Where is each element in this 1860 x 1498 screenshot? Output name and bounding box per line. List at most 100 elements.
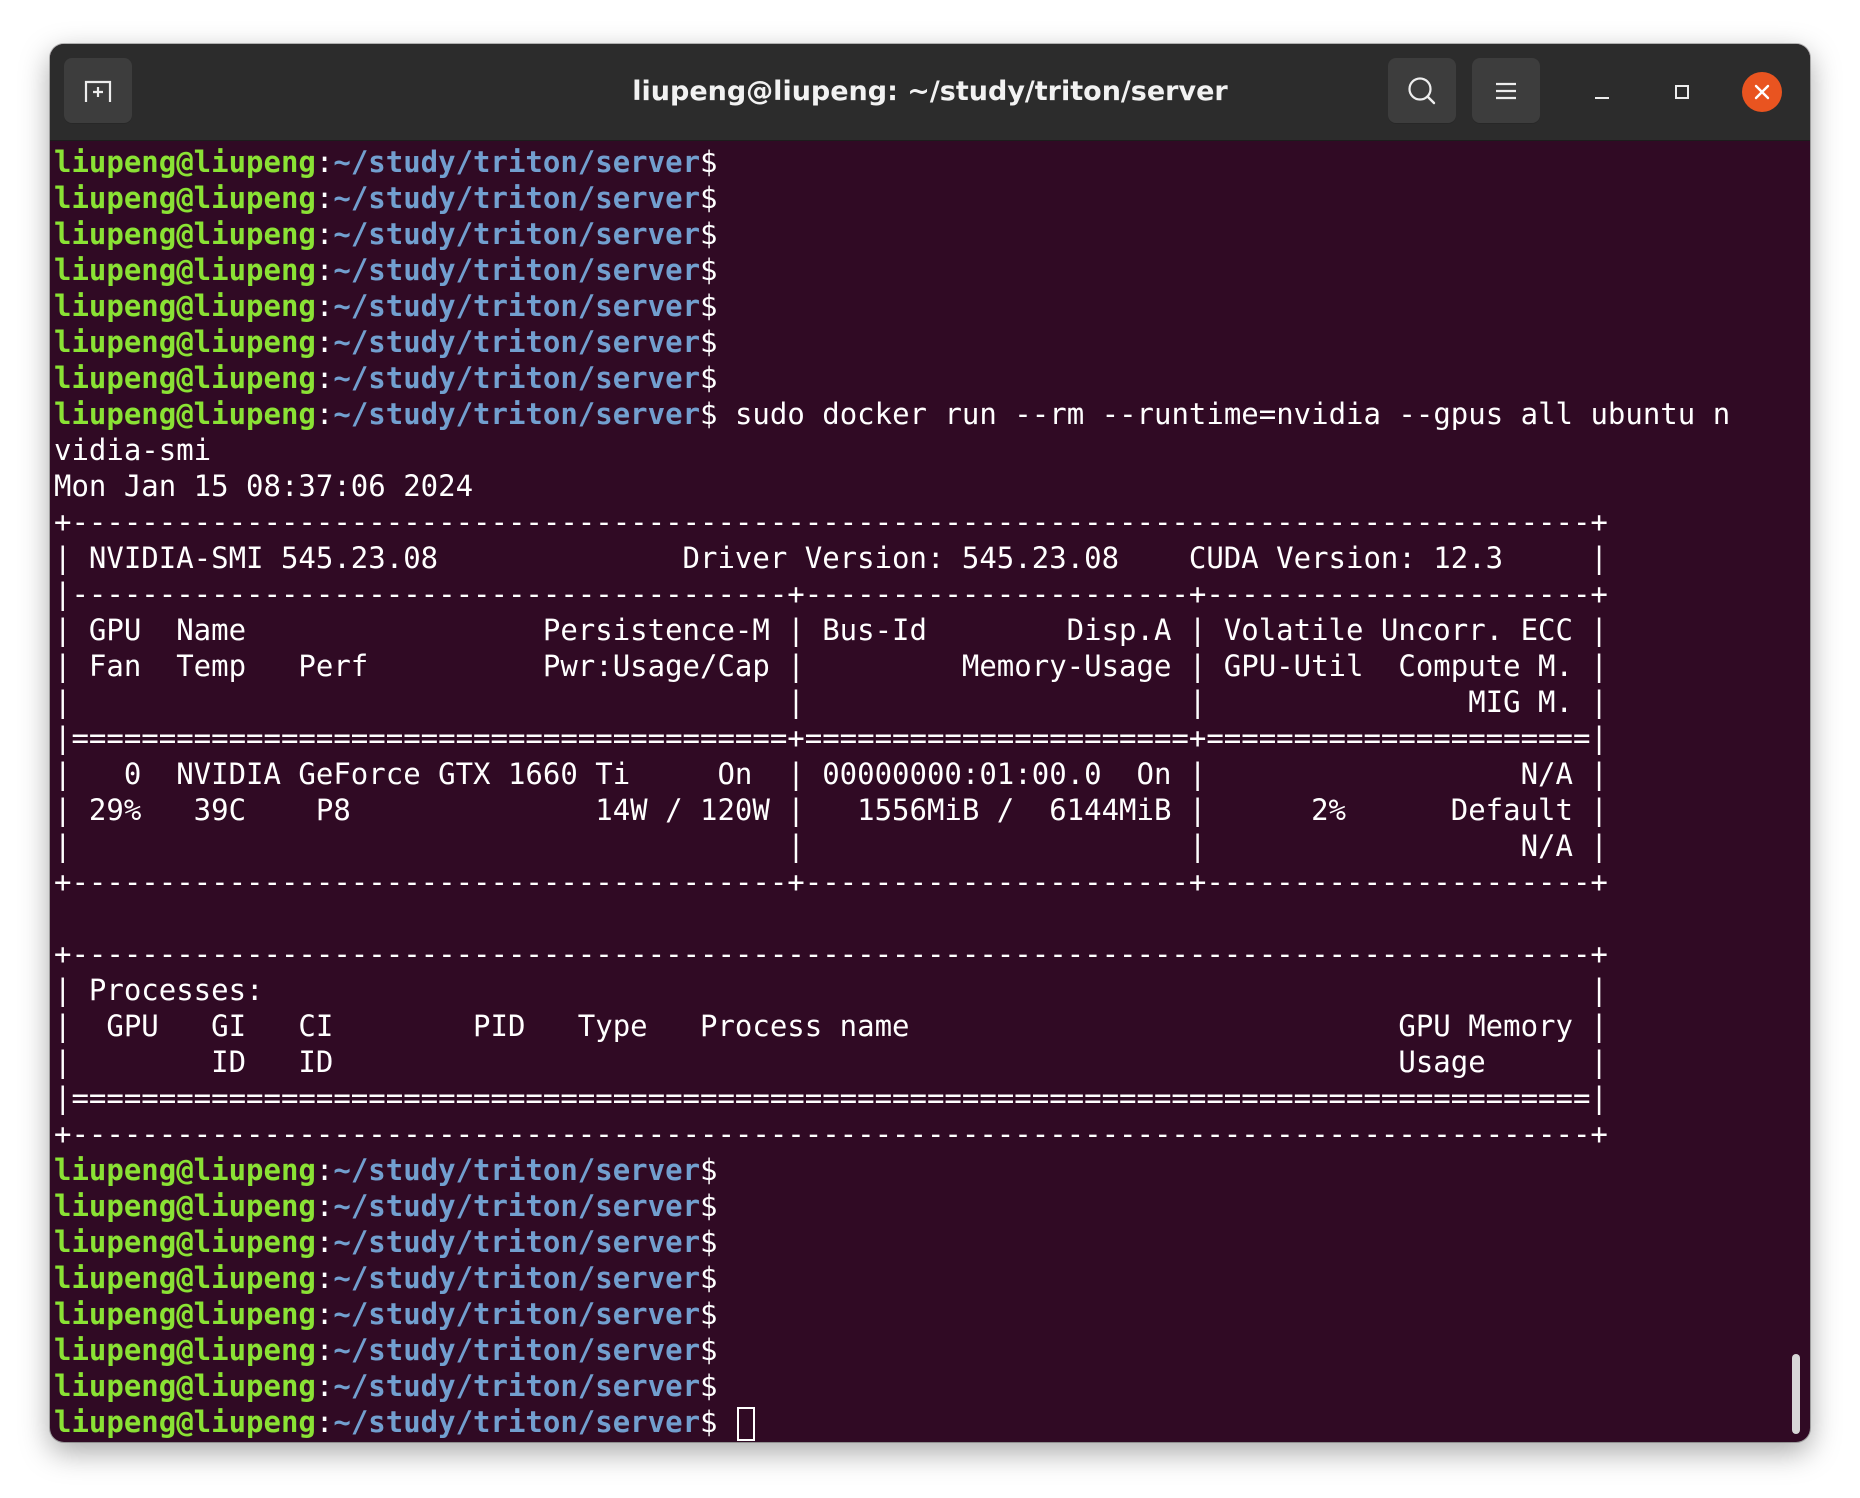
minimize-button[interactable] (1582, 72, 1622, 112)
prompt-separator: : (315, 325, 334, 359)
output-line: | Processes: | (54, 973, 1608, 1007)
prompt-line: liupeng@liupeng:~/study/triton/server$ (54, 1296, 1794, 1332)
prompt-line: liupeng@liupeng:~/study/triton/server$ (54, 360, 1794, 396)
prompt-separator: : (315, 145, 334, 179)
prompt-separator: : (315, 1405, 334, 1439)
output-line: +---------------------------------------… (54, 1117, 1608, 1151)
prompt-line: liupeng@liupeng:~/study/triton/server$ (54, 252, 1794, 288)
prompt-path: ~/study/triton/server (333, 145, 701, 179)
new-tab-button[interactable] (64, 58, 132, 124)
prompt-symbol: $ (700, 1297, 718, 1331)
prompt-separator: : (315, 1189, 334, 1223)
prompt-user: liupeng@liupeng (54, 1405, 316, 1439)
command-text-wrapped: vidia-smi (54, 433, 212, 467)
prompt-symbol: $ (700, 253, 718, 287)
prompt-path: ~/study/triton/server (333, 1261, 701, 1295)
prompt-symbol: $ (700, 1405, 718, 1439)
output-line: +---------------------------------------… (54, 937, 1608, 971)
prompt-line: liupeng@liupeng:~/study/triton/server$ (54, 1260, 1794, 1296)
prompt-separator: : (315, 397, 334, 431)
prompt-path: ~/study/triton/server (333, 1333, 701, 1367)
prompt-user: liupeng@liupeng (54, 1369, 316, 1403)
output-line: |=======================================… (54, 721, 1608, 755)
prompt-line: liupeng@liupeng:~/study/triton/server$ (54, 324, 1794, 360)
output-line: | 29% 39C P8 14W / 120W | 1556MiB / 6144… (54, 793, 1608, 827)
prompt-user: liupeng@liupeng (54, 181, 316, 215)
close-icon (1754, 84, 1770, 100)
output-line: | 0 NVIDIA GeForce GTX 1660 Ti On | 0000… (54, 757, 1608, 791)
prompt-path: ~/study/triton/server (333, 1153, 701, 1187)
prompt-path: ~/study/triton/server (333, 325, 701, 359)
output-line: | ID ID Usage | (54, 1045, 1608, 1079)
prompt-path: ~/study/triton/server (333, 1405, 701, 1439)
prompt-user: liupeng@liupeng (54, 1297, 316, 1331)
close-button[interactable] (1742, 72, 1782, 112)
prompt-path: ~/study/triton/server (333, 181, 701, 215)
prompt-symbol: $ (700, 361, 718, 395)
prompt-line: liupeng@liupeng:~/study/triton/server$ s… (54, 396, 1794, 432)
prompt-line: liupeng@liupeng:~/study/triton/server$ (54, 144, 1794, 180)
prompt-separator: : (315, 181, 334, 215)
maximize-button[interactable] (1662, 72, 1702, 112)
prompt-symbol: $ (700, 1369, 718, 1403)
output-line: |---------------------------------------… (54, 577, 1608, 611)
output-line: +---------------------------------------… (54, 865, 1608, 899)
terminal-window: liupeng@liupeng: ~/study/triton/server l… (50, 44, 1810, 1442)
prompt-user: liupeng@liupeng (54, 397, 316, 431)
text-cursor (736, 1407, 755, 1441)
prompt-separator: : (315, 217, 334, 251)
command-wrap-line: vidia-smi (54, 432, 1794, 468)
prompt-line: liupeng@liupeng:~/study/triton/server$ (54, 1224, 1794, 1260)
prompt-path: ~/study/triton/server (333, 1297, 701, 1331)
new-tab-icon (84, 80, 112, 102)
output-line: | GPU GI CI PID Type Process name GPU Me… (54, 1009, 1608, 1043)
prompt-user: liupeng@liupeng (54, 361, 316, 395)
prompt-path: ~/study/triton/server (333, 1225, 701, 1259)
prompt-path: ~/study/triton/server (333, 397, 701, 431)
prompt-user: liupeng@liupeng (54, 1333, 316, 1367)
prompt-line: liupeng@liupeng:~/study/triton/server$ (54, 1332, 1794, 1368)
output-line: | NVIDIA-SMI 545.23.08 Driver Version: 5… (54, 541, 1608, 575)
prompt-path: ~/study/triton/server (333, 1189, 701, 1223)
prompt-symbol: $ (700, 181, 718, 215)
terminal-content[interactable]: liupeng@liupeng:~/study/triton/server$ li… (54, 144, 1794, 1441)
search-button[interactable] (1388, 58, 1456, 124)
prompt-path: ~/study/triton/server (333, 361, 701, 395)
prompt-user: liupeng@liupeng (54, 217, 316, 251)
prompt-symbol: $ (700, 217, 718, 251)
prompt-line: liupeng@liupeng:~/study/triton/server$ (54, 288, 1794, 324)
output-line: | GPU Name Persistence-M | Bus-Id Disp.A… (54, 613, 1608, 647)
prompt-user: liupeng@liupeng (54, 325, 316, 359)
prompt-separator: : (315, 1297, 334, 1331)
prompt-user: liupeng@liupeng (54, 1153, 316, 1187)
prompt-user: liupeng@liupeng (54, 145, 316, 179)
prompt-separator: : (315, 1333, 334, 1367)
search-icon (1408, 77, 1436, 105)
prompt-line: liupeng@liupeng:~/study/triton/server$ (54, 1404, 1794, 1441)
prompt-user: liupeng@liupeng (54, 1189, 316, 1223)
prompt-line: liupeng@liupeng:~/study/triton/server$ (54, 1368, 1794, 1404)
prompt-line: liupeng@liupeng:~/study/triton/server$ (54, 180, 1794, 216)
prompt-separator: : (315, 289, 334, 323)
window-title: liupeng@liupeng: ~/study/triton/server (632, 76, 1228, 107)
maximize-icon (1675, 85, 1689, 99)
prompt-path: ~/study/triton/server (333, 217, 701, 251)
prompt-separator: : (315, 1153, 334, 1187)
prompt-path: ~/study/triton/server (333, 289, 701, 323)
title-bar[interactable]: liupeng@liupeng: ~/study/triton/server (50, 44, 1810, 141)
scrollbar[interactable] (1792, 1354, 1800, 1434)
output-line: | Fan Temp Perf Pwr:Usage/Cap | Memory-U… (54, 649, 1608, 683)
output-line: | | | MIG M. | (54, 685, 1608, 719)
output-line: | | | N/A | (54, 829, 1608, 863)
prompt-separator: : (315, 361, 334, 395)
prompt-separator: : (315, 1261, 334, 1295)
menu-button[interactable] (1472, 58, 1540, 124)
prompt-line: liupeng@liupeng:~/study/triton/server$ (54, 1188, 1794, 1224)
prompt-symbol: $ (700, 1153, 718, 1187)
prompt-symbol: $ (700, 145, 718, 179)
prompt-path: ~/study/triton/server (333, 1369, 701, 1403)
prompt-line: liupeng@liupeng:~/study/triton/server$ (54, 1152, 1794, 1188)
prompt-path: ~/study/triton/server (333, 253, 701, 287)
hamburger-menu-icon (1496, 82, 1516, 100)
